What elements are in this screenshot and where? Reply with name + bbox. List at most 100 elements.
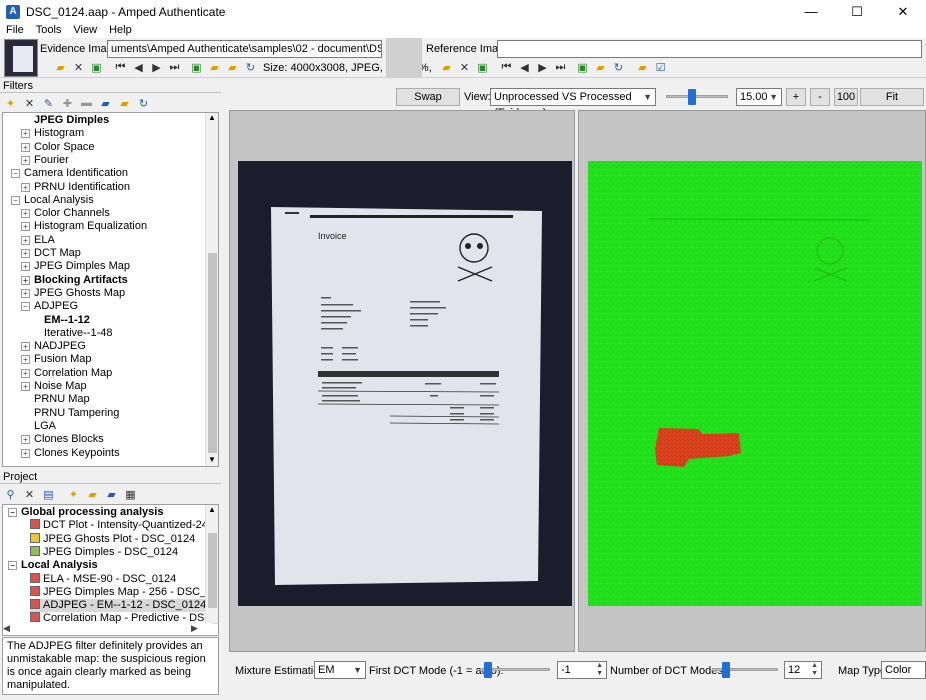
maximize-button[interactable]: ☐	[834, 0, 880, 23]
number-dct-modes-input[interactable]: 12 ▲ ▼	[784, 661, 822, 679]
scroll-up-icon[interactable]: ▲	[208, 113, 216, 122]
ref-first-image-icon[interactable]: ⏮	[500, 61, 513, 74]
expand-icon[interactable]: +	[21, 368, 30, 378]
unprocessed-image-view[interactable]: Invoice	[229, 110, 575, 652]
new-filter-icon[interactable]: ✦	[4, 97, 17, 110]
filter-tree-item[interactable]: Iterative--1-48	[31, 327, 112, 340]
open-project-icon[interactable]: ▰	[86, 488, 99, 501]
view-mode-select[interactable]: Unprocessed VS Processed (Evidence) ▼	[490, 88, 656, 119]
collapse-icon[interactable]: −	[11, 169, 20, 179]
refresh-icon[interactable]: ↻	[244, 61, 257, 74]
first-dct-mode-input[interactable]: -1 ▲ ▼	[557, 661, 607, 679]
next-image-icon[interactable]: ▶	[150, 61, 163, 74]
menu-view[interactable]: View	[67, 23, 103, 38]
ref-refresh-icon[interactable]: ↻	[612, 61, 625, 74]
save-filters-icon[interactable]: ▰	[99, 97, 112, 110]
close-button[interactable]: ✕	[880, 0, 926, 23]
filter-tree-item[interactable]: + JPEG Ghosts Map	[21, 287, 125, 300]
last-image-icon[interactable]: ⏭	[168, 61, 181, 74]
menu-tools[interactable]: Tools	[30, 23, 68, 38]
ref-previous-image-icon[interactable]: ◀	[518, 61, 531, 74]
expand-icon[interactable]: +	[21, 355, 30, 365]
minimize-button[interactable]: —	[788, 0, 834, 23]
filter-tree-item[interactable]: − Camera Identification	[11, 167, 128, 180]
scroll-down-icon[interactable]: ▼	[208, 455, 216, 464]
zoom-100-button[interactable]: 100	[834, 88, 858, 106]
ref-compare-icon[interactable]: ▰	[636, 61, 649, 74]
filter-tree-item[interactable]: JPEG Dimples	[21, 114, 109, 127]
open-filters-icon[interactable]: ▰	[118, 97, 131, 110]
expand-icon[interactable]: +	[21, 222, 30, 232]
hscroll-left-icon[interactable]: ◀	[3, 623, 10, 633]
filter-tree-item[interactable]: + JPEG Dimples Map	[21, 260, 130, 273]
project-scroll-up-icon[interactable]: ▲	[208, 505, 216, 514]
filter-tree-item[interactable]: PRNU Map	[21, 393, 90, 406]
open-folder-icon[interactable]: ▰	[54, 61, 67, 74]
filter-tree-item[interactable]: − Local Analysis	[11, 194, 94, 207]
filter-tree-item[interactable]: + NADJPEG	[21, 340, 86, 353]
expand-icon[interactable]: +	[21, 382, 30, 391]
filter-tree-item[interactable]: LGA	[21, 420, 56, 433]
zoom-in-button[interactable]: +	[786, 88, 806, 106]
filters-scrollbar[interactable]: ▲ ▼	[205, 113, 218, 466]
filter-tree-item[interactable]: + DCT Map	[21, 247, 81, 260]
project-tree-item[interactable]: − Global processing analysis	[8, 506, 163, 519]
expand-icon[interactable]: +	[21, 288, 30, 298]
num-dct-slider-thumb[interactable]	[722, 662, 730, 678]
expand-icon[interactable]: +	[21, 129, 30, 139]
project-tree-item[interactable]: JPEG Dimples Map - 256 - DSC_0124	[30, 585, 218, 599]
edit-filter-icon[interactable]: ✎	[42, 97, 55, 110]
first-dct-slider-thumb[interactable]	[484, 662, 492, 678]
delete-project-item-icon[interactable]: ✕	[23, 488, 36, 501]
expand-icon[interactable]: +	[21, 182, 30, 192]
ref-check-icon[interactable]: ☑	[654, 61, 667, 74]
expand-icon[interactable]: +	[21, 435, 30, 445]
zoom-slider-thumb[interactable]	[688, 89, 697, 105]
collapse-icon[interactable]: −	[21, 302, 30, 312]
report-icon[interactable]: ▤	[42, 488, 55, 501]
ref-last-image-icon[interactable]: ⏭	[554, 61, 567, 74]
evidence-path-field[interactable]: uments\Amped Authenticate\samples\02 - d…	[107, 40, 382, 58]
zoom-slider-track[interactable]	[666, 95, 728, 98]
project-tree-item[interactable]: JPEG Dimples - DSC_0124	[30, 545, 178, 559]
project-scroll-thumb[interactable]	[208, 533, 217, 608]
export-icon[interactable]: ▣	[190, 61, 203, 74]
project-tree-item[interactable]: ELA - MSE-90 - DSC_0124	[30, 572, 176, 586]
expand-icon[interactable]: +	[21, 448, 30, 458]
filter-tree-item[interactable]: + Blocking Artifacts	[21, 274, 128, 287]
filter-tree-item[interactable]: + Histogram Equalization	[21, 220, 147, 233]
collapse-icon[interactable]: −	[11, 195, 20, 205]
project-hscroll[interactable]: ◀ ▶	[3, 623, 203, 635]
new-project-icon[interactable]: ✦	[67, 488, 80, 501]
zoom-value-select[interactable]: 15.00 ▼	[736, 88, 782, 106]
close-icon[interactable]: ✕	[72, 61, 85, 74]
ref-next-image-icon[interactable]: ▶	[536, 61, 549, 74]
project-tree-item[interactable]: DCT Plot - Intensity-Quantized-24 - DSC_	[30, 519, 218, 532]
collapse-icon[interactable]: −	[8, 561, 17, 571]
remove-filter-icon[interactable]: ▬	[80, 97, 93, 110]
open-recent-icon[interactable]: ▰	[226, 61, 239, 74]
refresh-filters-icon[interactable]: ↻	[137, 97, 150, 110]
save-project-icon[interactable]: ▰	[105, 488, 118, 501]
ref-export-icon[interactable]: ▣	[576, 61, 589, 74]
filter-tree-item[interactable]: PRNU Tampering	[21, 407, 119, 420]
filter-tree-item[interactable]: + Clones Blocks	[21, 433, 104, 446]
filter-tree-item[interactable]: + Fourier	[21, 154, 69, 167]
expand-icon[interactable]: +	[21, 275, 30, 285]
filter-project-icon[interactable]: ⚲	[4, 488, 17, 501]
expand-icon[interactable]: +	[21, 249, 30, 258]
filter-tree-item[interactable]: + Color Space	[21, 141, 95, 154]
hscroll-right-icon[interactable]: ▶	[191, 623, 198, 634]
zoom-out-button[interactable]: -	[810, 88, 830, 106]
expand-icon[interactable]: +	[21, 342, 30, 352]
fit-button[interactable]: Fit	[860, 88, 924, 106]
filter-tree-item[interactable]: + Clones Keypoints	[21, 447, 120, 460]
filter-tree-item[interactable]: + Color Channels	[21, 207, 110, 220]
filter-tree-item[interactable]: − ADJPEG	[21, 300, 78, 313]
export-project-icon[interactable]: ▦	[124, 488, 137, 501]
filter-tree-item[interactable]: + Correlation Map	[21, 367, 112, 380]
expand-icon[interactable]: +	[21, 142, 30, 152]
expand-icon[interactable]: +	[21, 262, 30, 272]
filter-tree-item[interactable]: + Histogram	[21, 127, 84, 140]
ref-open-folder-icon[interactable]: ▰	[440, 61, 453, 74]
